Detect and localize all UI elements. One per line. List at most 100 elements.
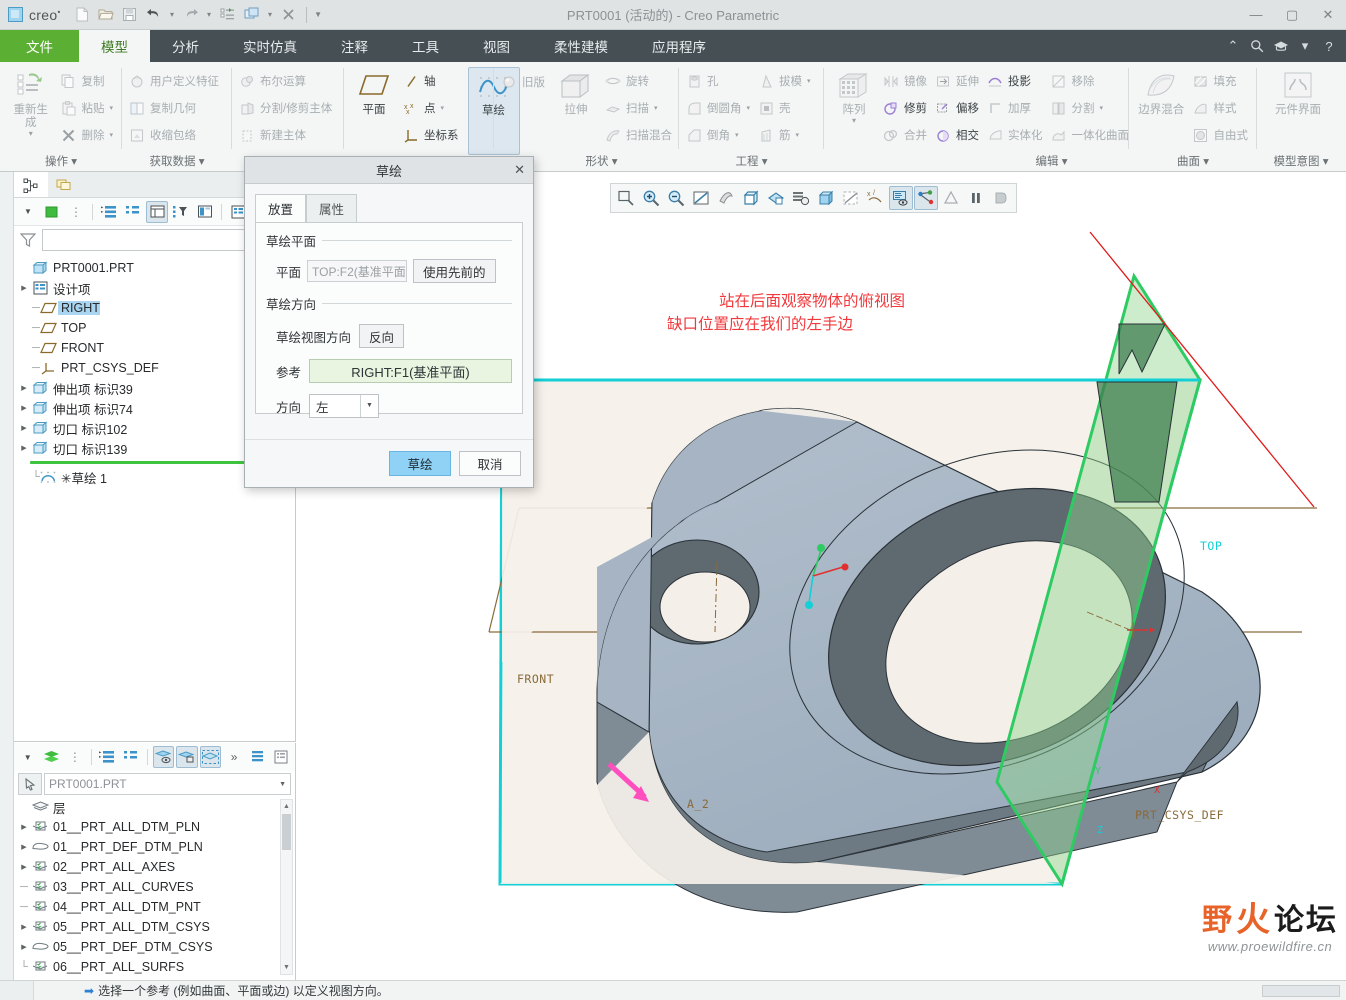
layer-expand-icon[interactable]: [97, 746, 119, 768]
regenerate-dropdown-icon[interactable]: ▾: [29, 130, 33, 138]
round-button[interactable]: 倒圆角 ▾: [683, 95, 755, 121]
tab-placement[interactable]: 放置: [255, 194, 307, 223]
split-button[interactable]: 分割 ▾: [1048, 95, 1135, 121]
delete-button[interactable]: 删除 ▾: [57, 122, 118, 148]
use-previous-button[interactable]: 使用先前的: [413, 259, 496, 283]
sketch-dialog[interactable]: 草绘 ✕ 放置 属性 草绘平面 平面 TOP:F2(基准平面) 使用先前的 草绘…: [244, 156, 534, 488]
reference-field[interactable]: RIGHT:F1(基准平面): [309, 359, 512, 383]
graphics-toolbar[interactable]: x /: [610, 183, 1017, 213]
redo-icon[interactable]: [180, 4, 202, 26]
delete-dropdown-icon[interactable]: ▾: [109, 131, 113, 139]
layer-model-combo[interactable]: PRT0001.PRT ▼: [44, 773, 291, 795]
layer-columns-icon[interactable]: [120, 746, 142, 768]
hole-button[interactable]: 孔: [683, 68, 755, 94]
layer-props-icon[interactable]: [247, 746, 269, 768]
flip-button[interactable]: 反向: [359, 324, 405, 348]
layer-show-icon[interactable]: [152, 746, 175, 768]
shapes-group-label[interactable]: 形状 ▾: [528, 153, 675, 171]
revolve-button[interactable]: 旋转: [602, 68, 677, 94]
search-icon[interactable]: [1246, 30, 1268, 62]
expander[interactable]: ▶: [18, 284, 30, 292]
stop-icon[interactable]: [989, 186, 1013, 210]
chevron-down-icon[interactable]: ▼: [360, 395, 378, 417]
display-style-icon[interactable]: [814, 186, 838, 210]
datum-point-dropdown-icon[interactable]: ▾: [441, 104, 445, 112]
extrude-button[interactable]: 拉伸: [550, 67, 602, 119]
ribbon-right-icons[interactable]: ⌃ ▾ ?: [1222, 30, 1346, 62]
freestyle-button[interactable]: 自由式: [1190, 122, 1254, 148]
quick-access-toolbar[interactable]: ▾ ▾ ▾ ▼: [71, 4, 324, 26]
layer-hide-icon[interactable]: [176, 746, 198, 768]
expander[interactable]: ▶: [18, 923, 30, 931]
expander[interactable]: ▶: [18, 863, 30, 871]
collapse-ribbon-icon[interactable]: ⌃: [1222, 30, 1244, 62]
tree-columns-icon[interactable]: [122, 201, 144, 223]
close-window-icon[interactable]: [278, 4, 300, 26]
style-button[interactable]: 样式: [1190, 95, 1254, 121]
layer-item[interactable]: ▶ 05__PRT_ALL_DTM_CSYS: [18, 917, 295, 937]
surfaces-group-label[interactable]: 曲面 ▾: [1133, 153, 1253, 171]
pause-icon[interactable]: [964, 186, 988, 210]
intersect-button[interactable]: 相交: [932, 122, 984, 148]
scene-icon[interactable]: [789, 186, 813, 210]
project-button[interactable]: 投影: [984, 68, 1048, 94]
datum-point-button[interactable]: xxx 点 ▾: [400, 95, 464, 121]
refit-icon[interactable]: [614, 186, 638, 210]
tab-analysis[interactable]: 分析: [150, 30, 221, 62]
solidify-button[interactable]: 实体化: [984, 122, 1048, 148]
operations-group-label[interactable]: 操作 ▾: [4, 153, 118, 171]
saved-orientations-icon[interactable]: [739, 186, 763, 210]
expander[interactable]: ▶: [18, 943, 30, 951]
customize-qat-icon[interactable]: ▼: [313, 4, 324, 26]
round-dropdown-icon[interactable]: ▾: [747, 104, 751, 112]
layer-menu-icon[interactable]: ⋮: [64, 746, 86, 768]
tree-menu-icon[interactable]: ⋮: [65, 201, 87, 223]
sketch-cancel-button[interactable]: 取消: [459, 451, 521, 476]
open-file-icon[interactable]: [95, 4, 117, 26]
close-icon[interactable]: ✕: [514, 162, 525, 178]
expander[interactable]: ▶: [18, 444, 30, 452]
new-file-icon[interactable]: [71, 4, 93, 26]
pattern-dropdown-icon[interactable]: ▾: [852, 117, 856, 125]
spin-center-icon[interactable]: [714, 186, 738, 210]
dialog-tabs[interactable]: 放置 属性: [245, 184, 533, 223]
select-pointer-icon[interactable]: [18, 773, 42, 795]
orientation-select[interactable]: 左 ▼: [309, 394, 380, 418]
tab-folder-browser[interactable]: [48, 172, 82, 197]
chevron-down-icon[interactable]: ▾: [1294, 30, 1316, 62]
appearance-icon[interactable]: [939, 186, 963, 210]
tab-model-tree[interactable]: [14, 172, 48, 197]
zoom-out-icon[interactable]: [664, 186, 688, 210]
undo-icon[interactable]: [143, 4, 165, 26]
split-body-button[interactable]: 分割/修剪主体: [236, 95, 337, 121]
expander[interactable]: ▶: [18, 823, 30, 831]
new-body-button[interactable]: 新建主体: [236, 122, 337, 148]
chamfer-button[interactable]: 倒角 ▾: [683, 122, 755, 148]
expander[interactable]: ▶: [18, 404, 30, 412]
datum-axis-button[interactable]: 轴: [400, 68, 464, 94]
layer-item[interactable]: ─ 03__PRT_ALL_CURVES: [18, 877, 295, 897]
tab-view[interactable]: 视图: [461, 30, 532, 62]
boolean-button[interactable]: 布尔运算: [236, 68, 337, 94]
copy-geometry-button[interactable]: 复制几何: [126, 95, 224, 121]
spin-center-toggle-icon[interactable]: [914, 186, 938, 210]
tab-annotate[interactable]: 注释: [319, 30, 390, 62]
tab-flexible-modeling[interactable]: 柔性建模: [532, 30, 630, 62]
draft-dropdown-icon[interactable]: ▾: [807, 77, 811, 85]
tab-file[interactable]: 文件: [0, 30, 79, 62]
plane-value-field[interactable]: TOP:F2(基准平面): [307, 260, 408, 282]
extend-button[interactable]: 延伸: [932, 68, 984, 94]
chevron-down-icon[interactable]: ▼: [279, 781, 286, 788]
expander[interactable]: ▶: [18, 843, 30, 851]
boundary-blend-button[interactable]: 边界混合: [1133, 67, 1190, 119]
layer-item[interactable]: └ 06__PRT_ALL_SURFS: [18, 957, 295, 977]
paste-button[interactable]: 粘贴 ▾: [57, 95, 118, 121]
tree-collapse-icon[interactable]: ▼: [17, 201, 39, 223]
layer-item[interactable]: ─ 04__PRT_ALL_DTM_PNT: [18, 897, 295, 917]
save-icon[interactable]: [119, 4, 141, 26]
get-data-group-label[interactable]: 获取数据 ▾: [126, 153, 228, 171]
annotation-display-icon[interactable]: [889, 186, 913, 210]
graduation-icon[interactable]: [1270, 30, 1292, 62]
layer-item[interactable]: ▶ 01__PRT_ALL_DTM_PLN: [18, 817, 295, 837]
coordinate-system-button[interactable]: 坐标系: [400, 122, 464, 148]
